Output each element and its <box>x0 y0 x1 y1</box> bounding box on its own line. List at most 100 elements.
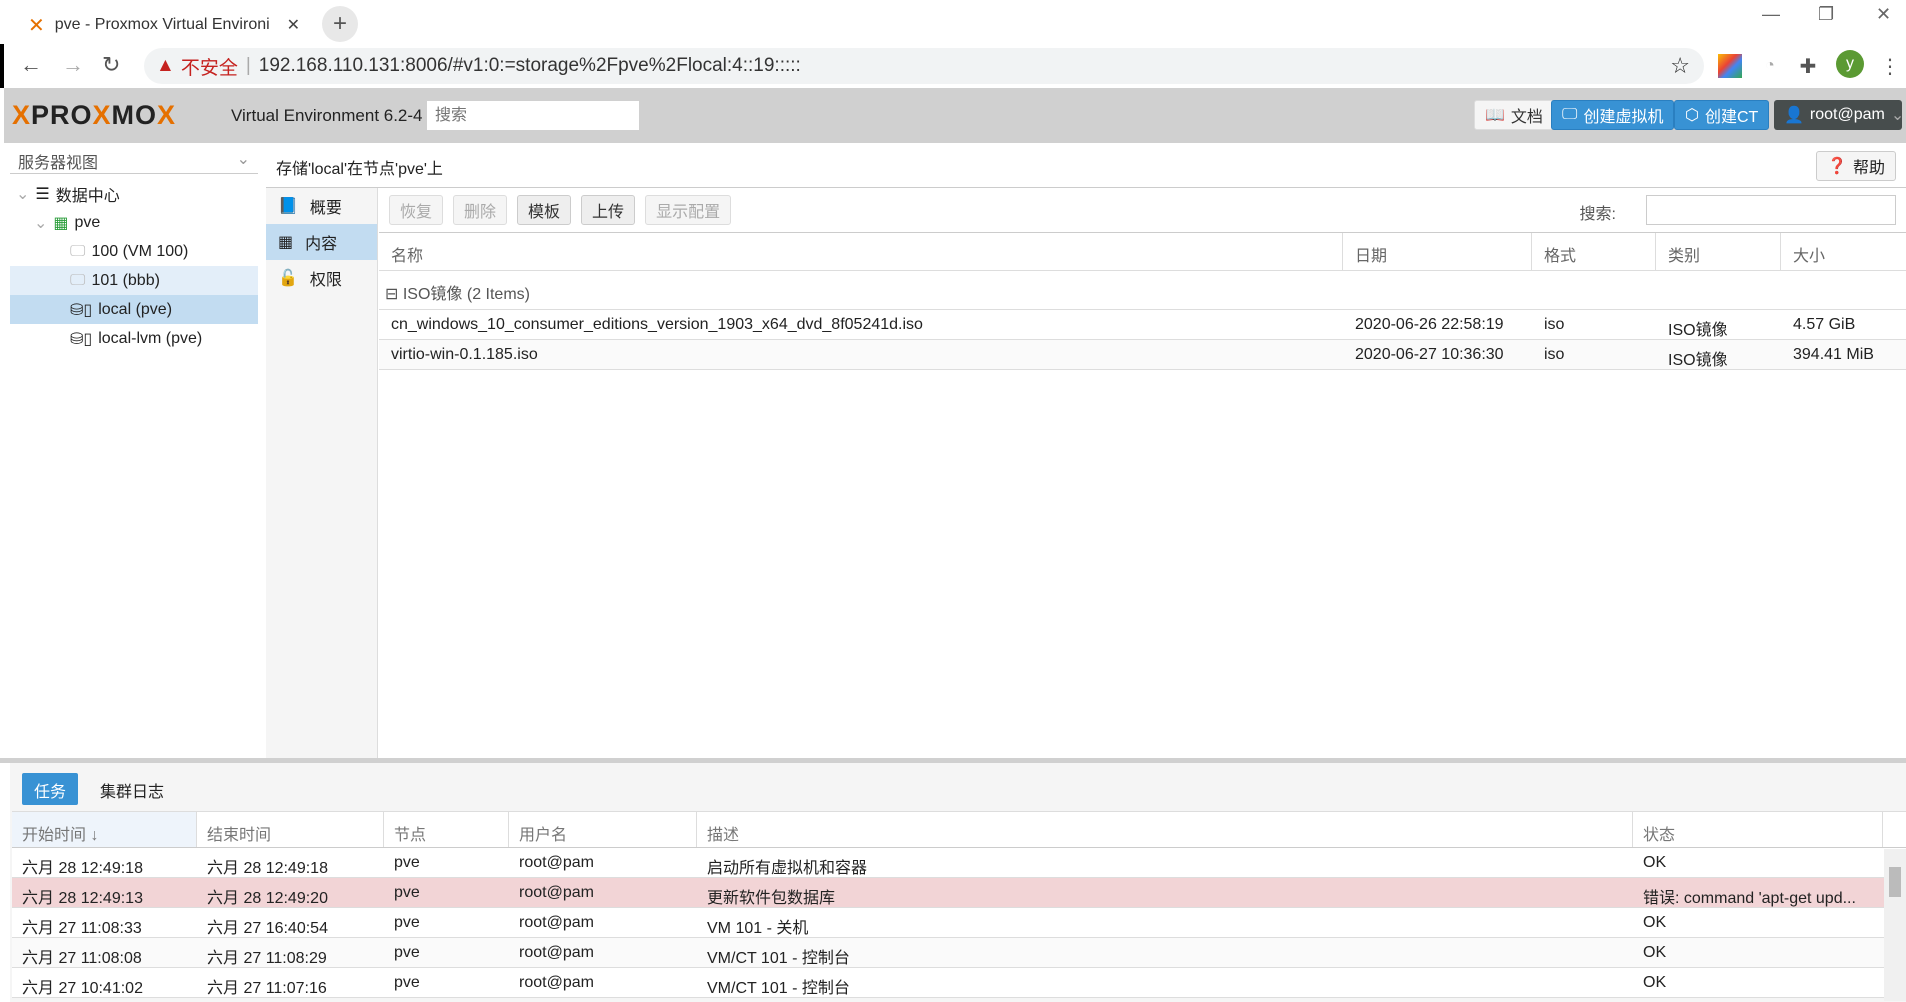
col-name[interactable]: 名称 <box>379 233 1343 270</box>
col-date[interactable]: 日期 <box>1343 233 1532 270</box>
close-tab-icon[interactable]: ✕ <box>287 15 300 35</box>
tab-cluster-log[interactable]: 集群日志 <box>88 773 176 805</box>
task-grid: 开始时间 ↓ 结束时间 节点 用户名 描述 状态 六月 28 12:49:18 六… <box>12 811 1906 1001</box>
col-node[interactable]: 节点 <box>384 812 509 847</box>
new-tab-button[interactable]: + <box>322 6 358 42</box>
cell-end: 六月 27 11:08:29 <box>207 950 327 967</box>
view-selector[interactable]: 服务器视图 ⌄ <box>10 145 258 174</box>
close-window-icon[interactable]: ✕ <box>1876 4 1891 25</box>
task-grid-scrollbar[interactable] <box>1884 849 1906 1001</box>
task-row[interactable]: 六月 27 10:41:02 六月 27 11:07:16 pve root@pam V… <box>12 968 1906 998</box>
user-menu-button[interactable]: 👤 root@pam ⌄ <box>1774 100 1905 130</box>
pve-header: XPROXMOX Virtual Environment 6.2-4 📖文档 🖵… <box>4 88 1906 143</box>
minimize-icon[interactable]: — <box>1762 4 1780 25</box>
menu-kebab-icon[interactable]: ⋮ <box>1878 54 1902 78</box>
storage-icon: ⛁▯ <box>70 301 93 319</box>
extensions-puzzle-icon[interactable]: ✚ <box>1796 54 1820 78</box>
help-button[interactable]: ❓ 帮助 <box>1816 151 1896 181</box>
docs-button[interactable]: 📖 文档 <box>1474 100 1554 130</box>
cell-size: 394.41 MiB <box>1793 346 1874 363</box>
cell-date: 2020-06-27 10:36:30 <box>1355 346 1504 363</box>
speed-extension-icon[interactable]: ◔ <box>1758 54 1782 78</box>
cell-name: cn_windows_10_consumer_editions_version_… <box>391 316 923 333</box>
restore-icon[interactable]: ❐ <box>1818 4 1834 25</box>
task-row[interactable]: 六月 27 11:08:33 六月 27 16:40:54 pve root@pam V… <box>12 908 1906 938</box>
cell-date: 2020-06-26 22:58:19 <box>1355 316 1504 333</box>
cell-node: pve <box>394 914 420 931</box>
task-row[interactable]: 六月 28 12:49:13 六月 28 12:49:20 pve root@pam 更… <box>12 878 1906 908</box>
task-log-panel: 任务 集群日志 开始时间 ↓ 结束时间 节点 用户名 描述 状态 六月 28 1… <box>10 763 1906 1002</box>
col-type[interactable]: 类别 <box>1656 233 1781 270</box>
collapse-icon[interactable]: ⊟ <box>385 286 398 303</box>
url-bar[interactable]: ▲ 不安全 | 192.168.110.131:8006/#v1:0:=stor… <box>144 48 1704 84</box>
restore-button[interactable]: 恢复 <box>389 195 444 225</box>
cell-user: root@pam <box>519 974 594 991</box>
col-format[interactable]: 格式 <box>1532 233 1656 270</box>
tree-item-vm-101[interactable]: 🖵 101 (bbb) <box>10 266 258 295</box>
book-icon: 📘 <box>278 198 298 215</box>
cell-desc: VM/CT 101 - 控制台 <box>707 980 850 997</box>
table-row[interactable]: virtio-win-0.1.185.iso 2020-06-27 10:36:… <box>379 340 1906 370</box>
storage-content-panel: 存储'local'在节点'pve'上 ❓ 帮助 📘 概要 ▦ 内容 🔓 权限 恢复 删除… <box>266 143 1906 758</box>
node-online-icon: ▦ <box>53 214 69 232</box>
cell-status: OK <box>1643 944 1667 961</box>
task-row[interactable]: 六月 28 12:49:18 六月 28 12:49:18 pve root@pam 启… <box>12 848 1906 878</box>
browser-tab[interactable]: ✕ pve - Proxmox Virtual Environi ✕ <box>20 6 310 44</box>
cell-desc: 更新软件包数据库 <box>707 890 836 907</box>
reload-icon[interactable]: ↻ <box>102 52 120 78</box>
storage-menu: 📘 概要 ▦ 内容 🔓 权限 <box>266 188 378 758</box>
cell-size: 4.57 GiB <box>1793 316 1856 333</box>
col-end-time[interactable]: 结束时间 <box>197 812 384 847</box>
task-row[interactable]: 六月 27 11:08:08 六月 27 11:08:29 pve root@pam V… <box>12 938 1906 968</box>
menu-item-content[interactable]: ▦ 内容 <box>266 224 377 260</box>
url-text: 192.168.110.131:8006/#v1:0:=storage%2Fpv… <box>258 55 801 76</box>
col-description[interactable]: 描述 <box>697 812 1633 847</box>
cell-desc: 启动所有虚拟机和容器 <box>707 860 868 877</box>
tree-item-vm-100[interactable]: 🖵 100 (VM 100) <box>10 237 258 266</box>
tree-item-datacenter[interactable]: ⌄ ☰ 数据中心 <box>10 179 258 208</box>
task-grid-header: 开始时间 ↓ 结束时间 节点 用户名 描述 状态 <box>12 811 1906 848</box>
col-user[interactable]: 用户名 <box>509 812 697 847</box>
menu-item-permissions[interactable]: 🔓 权限 <box>266 260 377 296</box>
cell-status: OK <box>1643 914 1667 931</box>
cell-node: pve <box>394 944 420 961</box>
chevron-down-icon: ⌄ <box>1890 107 1905 124</box>
scrollbar-thumb[interactable] <box>1889 867 1901 897</box>
header-search-input[interactable] <box>427 101 639 130</box>
group-row-iso[interactable]: ⊟ ISO镜像 (2 Items) <box>379 271 1906 310</box>
version-label: Virtual Environment 6.2-4 <box>231 106 423 125</box>
col-start-time[interactable]: 开始时间 ↓ <box>12 812 197 847</box>
table-row[interactable]: cn_windows_10_consumer_editions_version_… <box>379 310 1906 340</box>
cell-format: iso <box>1544 316 1565 333</box>
bookmark-star-icon[interactable]: ☆ <box>1670 53 1690 79</box>
cell-type: ISO镜像 <box>1668 352 1728 369</box>
address-bar-row: ← → ↻ ▲ 不安全 | 192.168.110.131:8006/#v1:0… <box>0 44 1906 88</box>
storage-icon: ⛁▯ <box>70 330 93 348</box>
remove-button[interactable]: 删除 <box>453 195 508 225</box>
create-vm-button[interactable]: 🖵 创建虚拟机 <box>1551 100 1675 130</box>
cell-start: 六月 27 11:08:08 <box>22 950 142 967</box>
forward-icon[interactable]: → <box>62 52 84 78</box>
tree-item-node-pve[interactable]: ⌄ ▦ pve <box>10 208 258 237</box>
content-grid: 名称 日期 格式 类别 大小 ⊟ ISO镜像 (2 Items) cn_wind… <box>379 233 1906 370</box>
bottom-tabs: 任务 集群日志 <box>10 773 176 805</box>
tree-item-storage-local-lvm[interactable]: ⛁▯ local-lvm (pve) <box>10 324 258 353</box>
page-title: 存储'local'在节点'pve'上 <box>266 143 1906 188</box>
create-ct-button[interactable]: ⬡ 创建CT <box>1674 100 1770 130</box>
content-search-input[interactable] <box>1646 195 1896 225</box>
upload-button[interactable]: 上传 <box>581 195 636 225</box>
col-status[interactable]: 状态 <box>1633 812 1883 847</box>
col-size[interactable]: 大小 <box>1781 233 1906 270</box>
sort-desc-icon: ↓ <box>90 827 99 844</box>
cell-user: root@pam <box>519 854 594 871</box>
tree-item-storage-local[interactable]: ⛁▯ local (pve) <box>10 295 258 324</box>
extension-icon[interactable] <box>1718 54 1742 78</box>
menu-item-summary[interactable]: 📘 概要 <box>266 188 377 224</box>
show-config-button[interactable]: 显示配置 <box>645 195 732 225</box>
book-icon: 📖 <box>1485 107 1505 124</box>
profile-avatar[interactable]: y <box>1836 50 1864 78</box>
templates-button[interactable]: 模板 <box>517 195 572 225</box>
back-icon[interactable]: ← <box>20 52 42 78</box>
cell-status: 错误: command 'apt-get upd... <box>1643 890 1856 907</box>
tab-tasks[interactable]: 任务 <box>22 773 79 805</box>
